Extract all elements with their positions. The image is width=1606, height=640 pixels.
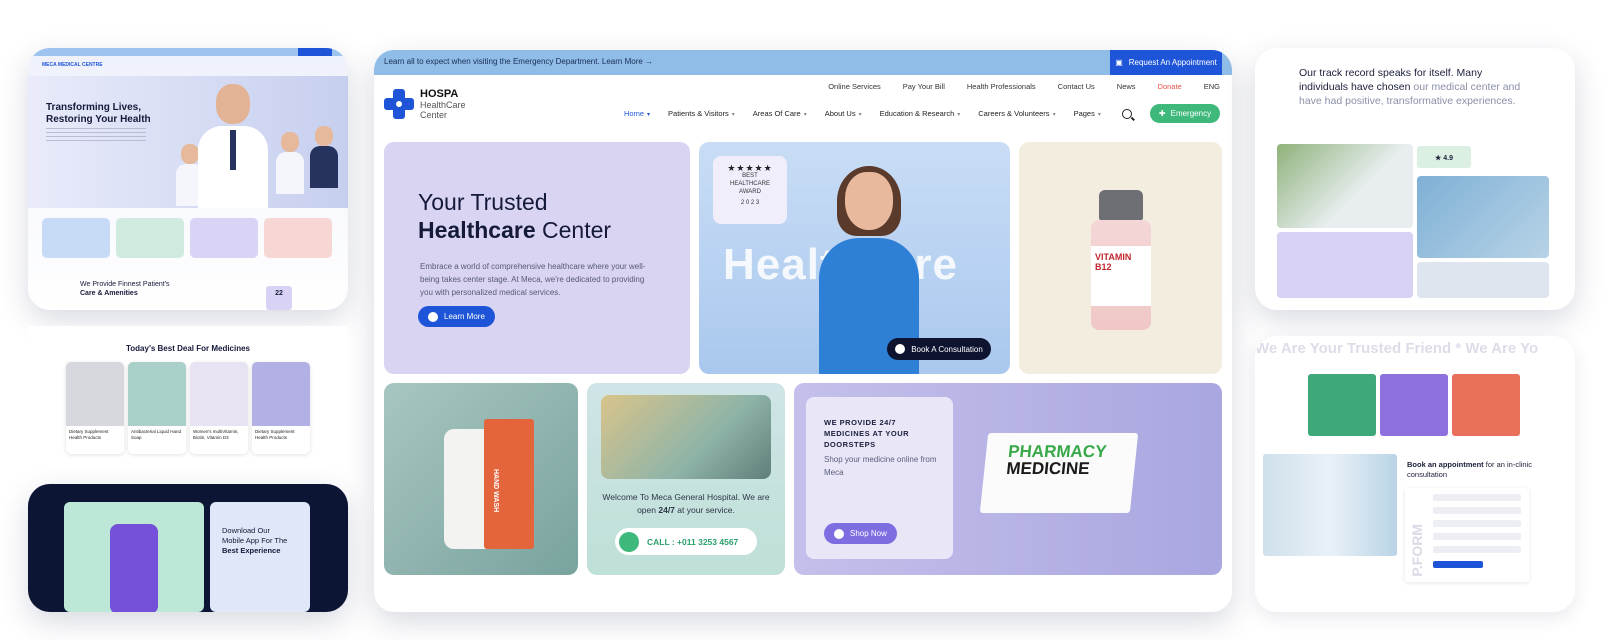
- product-card[interactable]: Dietary Supplement Health Products: [66, 362, 124, 454]
- announcement-bar: Learn all to expect when visiting the Em…: [374, 50, 1232, 75]
- preview-section-title: We Provide Finnest Patient's Care & Ameni…: [80, 281, 170, 297]
- preview-homepage-top: MECA MEDICAL CENTRE Transforming Lives, R…: [28, 48, 348, 310]
- calendar-icon: ▣: [1115, 58, 1123, 67]
- app-title: Download Our Mobile App For The Best Exper…: [222, 526, 288, 555]
- rating-badge: ★ 4.9: [1417, 146, 1471, 168]
- utility-pay-bill[interactable]: Pay Your Bill: [903, 82, 945, 91]
- request-appointment-button[interactable]: ▣ Request An Appointment: [1110, 50, 1222, 75]
- app-phone-card: [64, 502, 204, 612]
- review-card: [1417, 262, 1549, 298]
- search-icon[interactable]: [1122, 109, 1132, 119]
- site-logo[interactable]: HOSPA HealthCare Center: [384, 88, 466, 120]
- product-card[interactable]: Antibacterial Liquid Hand Soap: [128, 362, 186, 454]
- app-download-card: Download Our Mobile App For The Best Exper…: [210, 502, 310, 612]
- cross-logo-icon: [384, 89, 414, 119]
- announcement-text[interactable]: Learn all to expect when visiting the Em…: [384, 57, 653, 66]
- nav-about-us[interactable]: About Us ▾: [825, 109, 862, 118]
- utility-nav: Online Services Pay Your Bill Health Pro…: [828, 82, 1220, 91]
- deals-title: Today's Best Deal For Medicines: [125, 344, 251, 353]
- handwash-product-card: HAND WASH: [384, 383, 578, 575]
- nav-home[interactable]: Home ▾: [624, 109, 650, 118]
- utility-contact[interactable]: Contact Us: [1058, 82, 1095, 91]
- doctor-photo: [601, 395, 771, 479]
- product-card[interactable]: Women's multiVitamin, Biotin, Vitamin D3: [190, 362, 248, 454]
- service-card[interactable]: [1452, 374, 1520, 436]
- handwash-box-image: HAND WASH: [484, 419, 534, 549]
- form-watermark: P.FORM: [1409, 524, 1425, 577]
- vial-label: VITAMIN B12: [1091, 246, 1151, 306]
- nav-patients-visitors[interactable]: Patients & Visitors ▾: [668, 109, 735, 118]
- pharmacy-heading: WE PROVIDE 24/7 MEDICINES AT YOUR DOORST…: [824, 418, 910, 449]
- preview-testimonials: Our track record speaks for itself. Many…: [1255, 48, 1575, 310]
- preview-hero-title: Transforming Lives, Restoring Your Health: [46, 102, 151, 125]
- pharmacy-card: WE PROVIDE 24/7 MEDICINES AT YOUR DOORST…: [794, 383, 1222, 575]
- language-selector[interactable]: ENG: [1204, 82, 1220, 91]
- hero-title: Your Trusted Healthcare Center: [418, 189, 612, 243]
- clinic-photo: [1277, 144, 1413, 228]
- preview-topbar: [28, 48, 348, 56]
- medicine-box-image: PHARMACY MEDICINE: [979, 433, 1139, 513]
- preview-app-download: Download Our Mobile App For The Best Exper…: [28, 484, 348, 612]
- ambulance-icon: ✚: [1158, 109, 1166, 118]
- main-nav: Home ▾ Patients & Visitors ▾ Areas Of Care…: [624, 109, 1101, 118]
- arrow-icon: [428, 311, 438, 322]
- preview-stat: 22: [266, 286, 292, 310]
- doctor-image: [198, 84, 268, 208]
- vial-image: [1099, 190, 1143, 220]
- service-card[interactable]: [1308, 374, 1376, 436]
- call-button[interactable]: CALL : +011 3253 4567: [615, 528, 757, 555]
- learn-more-button[interactable]: Learn More: [418, 306, 495, 327]
- pharmacy-info: WE PROVIDE 24/7 MEDICINES AT YOUR DOORST…: [806, 397, 953, 559]
- welcome-text: Welcome To Meca General Hospital. We are…: [602, 492, 770, 515]
- service-cards: [1308, 374, 1520, 436]
- marquee-text: We Are Your Trusted Friend * We Are Yo: [1255, 340, 1539, 357]
- nav-education-research[interactable]: Education & Research ▾: [880, 109, 961, 118]
- book-consultation-button[interactable]: Book A Consultation: [887, 338, 991, 360]
- arrow-icon: [834, 528, 844, 539]
- testimonial-headline: Our track record speaks for itself. Many…: [1299, 67, 1521, 107]
- nav-areas-of-care[interactable]: Areas Of Care ▾: [753, 109, 807, 118]
- service-card[interactable]: [1380, 374, 1448, 436]
- hero-intro-card: Your Trusted Healthcare Center Embrace a …: [384, 142, 690, 374]
- hero-image-card: Healthcare ★★★★★ BEST HEALTHCARE AWARD 2…: [699, 142, 1010, 374]
- welcome-card: Welcome To Meca General Hospital. We are…: [587, 383, 785, 575]
- phone-icon: [619, 531, 639, 552]
- arrow-icon: [895, 344, 906, 354]
- testimonial-quote-card: [1277, 232, 1413, 298]
- nav-careers-volunteers[interactable]: Careers & Volunteers ▾: [978, 109, 1055, 118]
- preview-appointment: We Are Your Trusted Friend * We Are Yo B…: [1255, 336, 1575, 612]
- preview-logo: MECA MEDICAL CENTRE: [42, 62, 103, 68]
- nav-pages[interactable]: Pages ▾: [1074, 109, 1101, 118]
- shop-now-button[interactable]: Shop Now: [824, 523, 897, 544]
- hallway-photo: [1263, 454, 1397, 556]
- utility-health-professionals[interactable]: Health Professionals: [967, 82, 1036, 91]
- main-homepage: Learn all to expect when visiting the Em…: [374, 50, 1232, 612]
- emergency-button[interactable]: ✚ Emergency: [1150, 104, 1220, 123]
- preview-hero: Transforming Lives, Restoring Your Health: [28, 76, 348, 208]
- product-card[interactable]: Dietary Supplement Health Products: [252, 362, 310, 454]
- preview-deals: Today's Best Deal For Medicines Dietary …: [28, 326, 348, 478]
- pharmacy-text: Shop your medicine online from Meca: [824, 455, 937, 477]
- utility-donate[interactable]: Donate: [1158, 82, 1182, 91]
- surgery-photo: [1417, 176, 1549, 258]
- preview-info-cards: [42, 218, 332, 258]
- utility-online-services[interactable]: Online Services: [828, 82, 881, 91]
- hero-description: Embrace a world of comprehensive healthc…: [420, 262, 646, 297]
- appointment-title: Book an appointment for an in-clinic con…: [1407, 460, 1533, 479]
- utility-news[interactable]: News: [1117, 82, 1136, 91]
- award-badge: ★★★★★ BEST HEALTHCARE AWARD 2 0 2 3: [713, 156, 787, 224]
- vitamin-vial-card: VITAMIN B12: [1019, 142, 1222, 374]
